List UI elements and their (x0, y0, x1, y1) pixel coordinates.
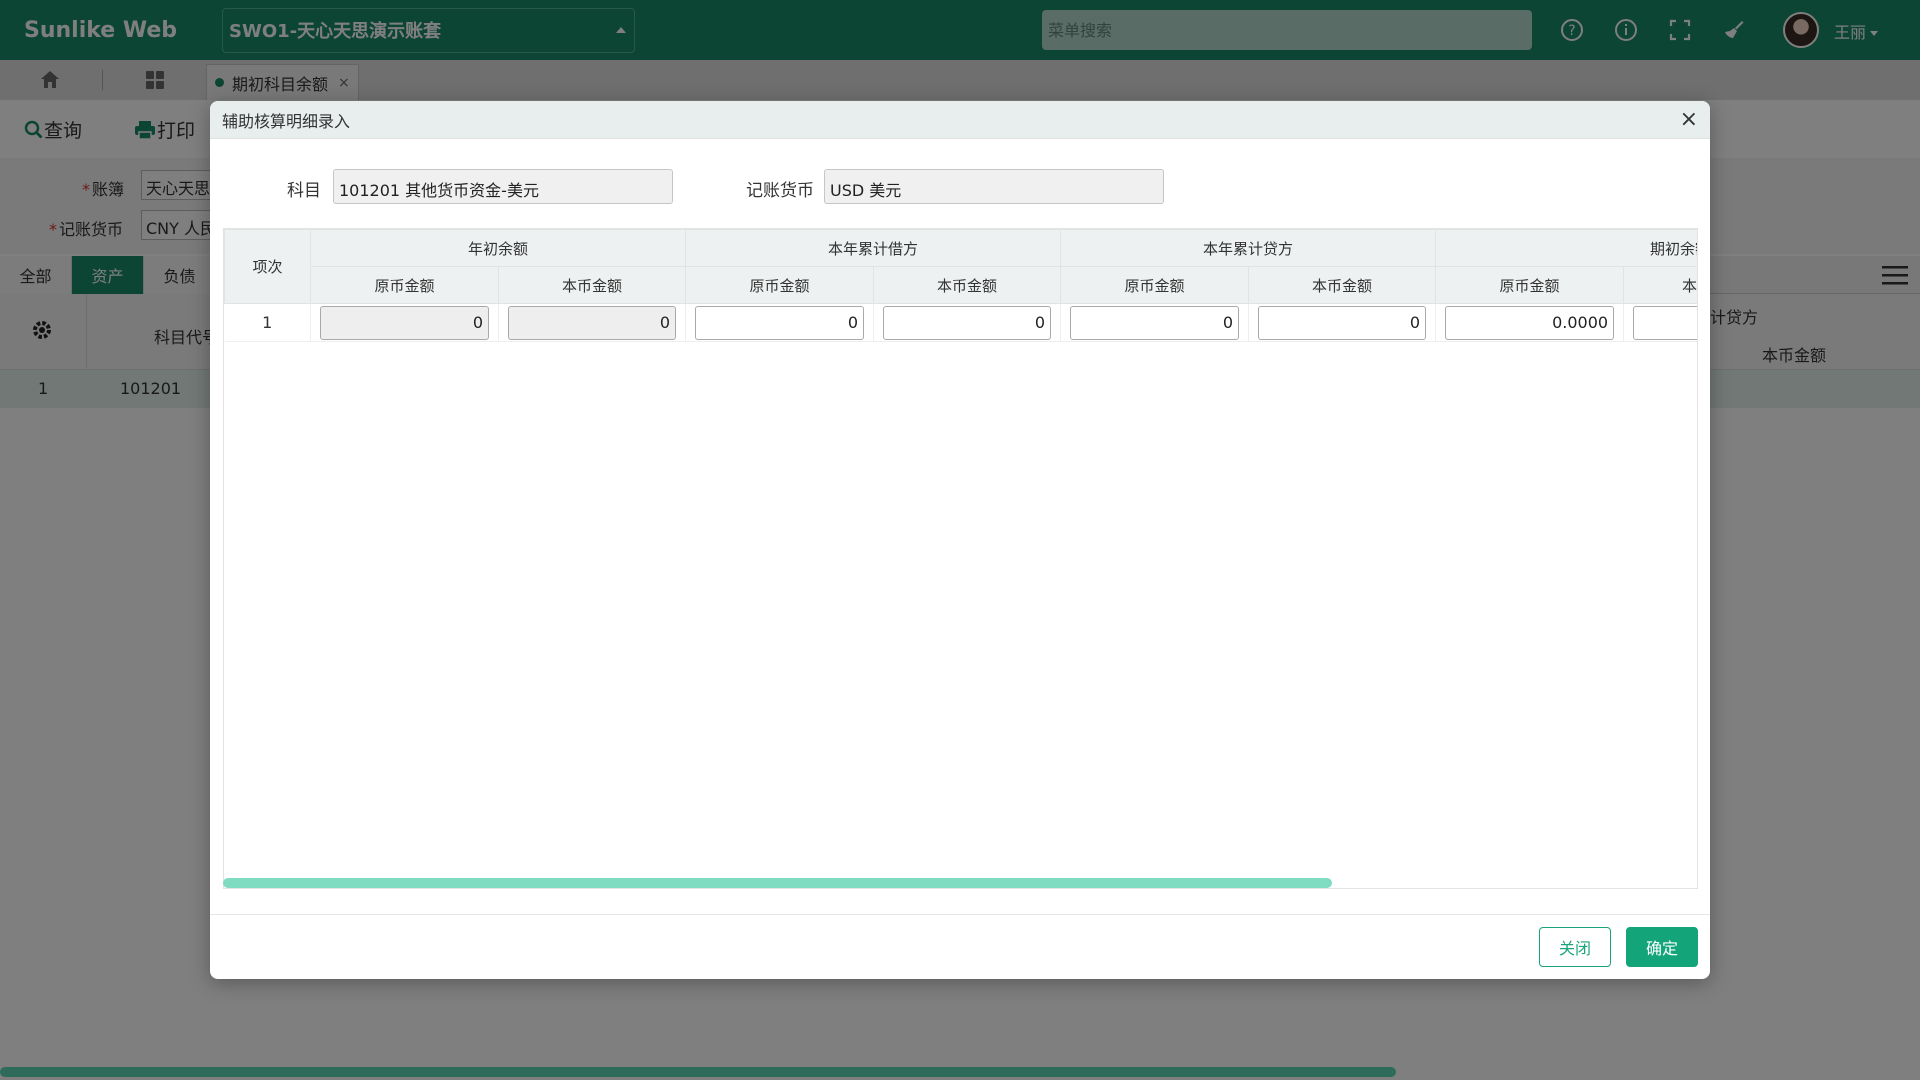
group-ytd-credit: 本年累计贷方 (1060, 229, 1437, 267)
account-label: 科目 (287, 181, 321, 201)
col-original-amount: 原币金额 (1435, 266, 1625, 304)
col-local-amount-partial: 本 (1623, 266, 1697, 304)
group-opening-period: 期初余额 (1435, 229, 1697, 267)
detail-table-container: 项次 年初余额 本年累计借方 本年累计贷方 期初余额 原币金额 本币金额 原币金… (223, 228, 1698, 889)
confirm-button[interactable]: 确定 (1626, 927, 1698, 967)
ytd-debit-original-input[interactable] (695, 305, 865, 340)
opening-year-original-input (320, 305, 489, 340)
currency-label: 记账货币 (746, 181, 814, 201)
dialog-footer: 关闭 确定 (210, 914, 1710, 979)
close-button[interactable]: 关闭 (1539, 927, 1611, 967)
aux-accounting-dialog: 辅助核算明细录入 × 科目 101201 其他货币资金-美元 记账货币 USD … (210, 101, 1710, 979)
table-horizontal-scrollbar[interactable] (223, 878, 1332, 888)
row-item: 1 (224, 303, 311, 342)
col-local-amount: 本币金额 (1248, 266, 1437, 304)
opening-year-local-input (508, 305, 677, 340)
table-row: 1 (224, 303, 1697, 342)
col-original-amount: 原币金额 (1060, 266, 1250, 304)
group-opening-year: 年初余额 (309, 229, 687, 267)
col-item: 项次 (224, 229, 311, 304)
account-field: 101201 其他货币资金-美元 (333, 169, 673, 204)
ytd-credit-local-input[interactable] (1258, 305, 1427, 340)
detail-table: 项次 年初余额 本年累计借方 本年累计贷方 期初余额 原币金额 本币金额 原币金… (224, 229, 1697, 342)
col-original-amount: 原币金额 (685, 266, 875, 304)
close-icon[interactable]: × (1680, 108, 1698, 131)
group-ytd-debit: 本年累计借方 (685, 229, 1062, 267)
ytd-debit-local-input[interactable] (883, 305, 1052, 340)
dialog-header: 辅助核算明细录入 × (210, 101, 1710, 139)
opening-period-local-input[interactable] (1633, 305, 1697, 340)
currency-field: USD 美元 (824, 169, 1164, 204)
col-local-amount: 本币金额 (497, 266, 687, 304)
col-local-amount: 本币金额 (873, 266, 1062, 304)
dialog-title: 辅助核算明细录入 (222, 111, 351, 131)
opening-period-original-input[interactable] (1445, 305, 1615, 340)
ytd-credit-original-input[interactable] (1070, 305, 1240, 340)
col-original-amount: 原币金额 (310, 266, 499, 304)
